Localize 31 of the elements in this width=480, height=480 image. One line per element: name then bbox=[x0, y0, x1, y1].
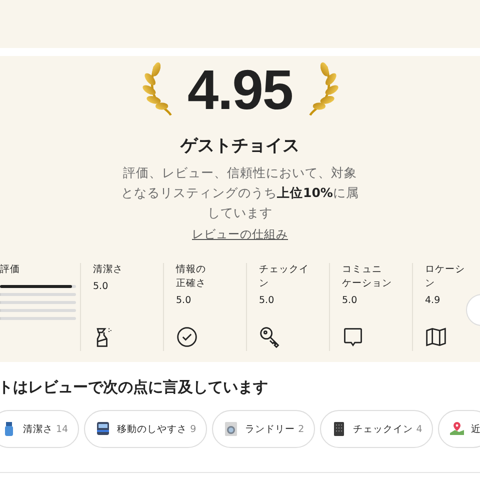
map-icon bbox=[425, 326, 447, 348]
description-text: 評価、レビュー、信頼性において、対象となるリスティングのうち上位10%に属しています bbox=[120, 164, 360, 222]
checkmark-circle-icon bbox=[176, 326, 198, 348]
category-label: チェックイ bbox=[259, 263, 310, 277]
category-label: ン bbox=[259, 277, 270, 291]
topic-chip[interactable]: チェックイン 4 bbox=[320, 410, 434, 448]
how-reviews-work-link[interactable]: レビューの仕組み bbox=[192, 225, 288, 243]
overall-rating-label: 評価 bbox=[0, 263, 21, 277]
category-label: 正確さ bbox=[176, 277, 207, 291]
washing-machine-icon bbox=[223, 421, 240, 437]
topic-chip[interactable]: 移動のしやすさ 9 bbox=[84, 410, 208, 448]
category-score: 5.0 bbox=[93, 280, 110, 294]
topic-chip[interactable]: ランドリー 2 bbox=[212, 410, 316, 448]
speech-bubble-icon bbox=[342, 326, 364, 348]
category-label: ケーション bbox=[342, 277, 393, 291]
mentions-heading: トはレビューで次の点に言及しています bbox=[0, 377, 269, 398]
category-label: 清潔さ bbox=[93, 263, 124, 277]
category-label: ン bbox=[425, 277, 436, 291]
key-icon bbox=[259, 326, 281, 348]
category-label: コミュニ bbox=[342, 263, 383, 277]
map-pin-icon bbox=[449, 421, 466, 437]
guest-choice-title: ゲストチョイス bbox=[180, 135, 300, 158]
topic-chip[interactable]: 清潔さ 14 bbox=[0, 410, 80, 448]
category-score: 5.0 bbox=[259, 294, 276, 308]
train-icon bbox=[95, 421, 112, 437]
category-score: 4.9 bbox=[425, 294, 442, 308]
category-score: 5.0 bbox=[176, 294, 192, 308]
category-score: 5.0 bbox=[342, 294, 358, 308]
category-label: 情報の bbox=[176, 263, 207, 277]
category-label: ロケーシ bbox=[425, 263, 466, 277]
rating-score: 4.95 bbox=[188, 58, 292, 122]
